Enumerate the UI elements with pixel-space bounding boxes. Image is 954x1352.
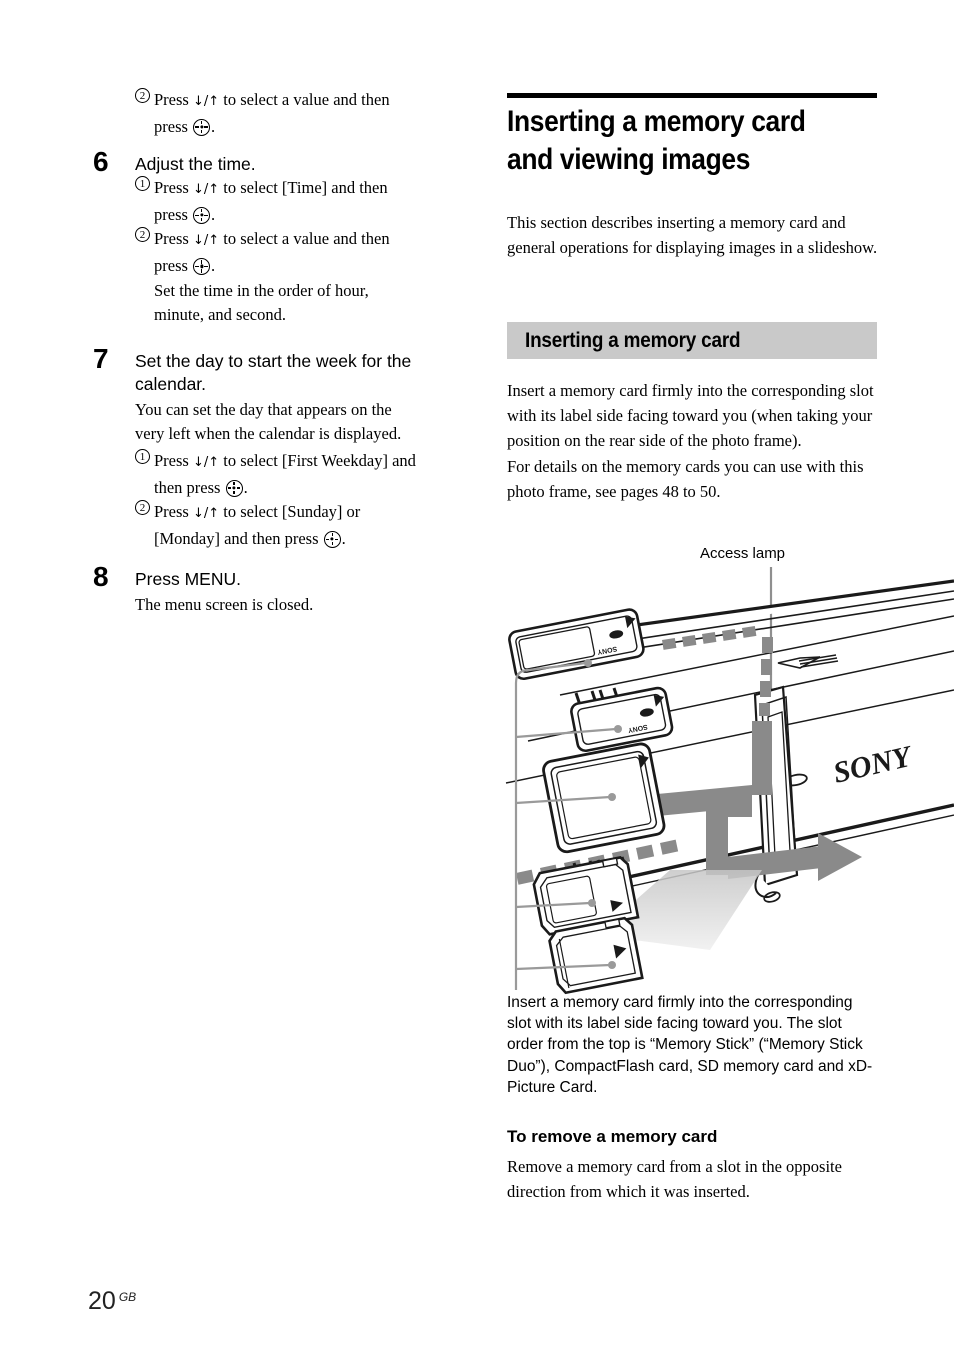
trailing-line-2: minute, and second. (154, 305, 286, 325)
section-heading-text: Inserting a memory card (525, 329, 741, 352)
step-number: 6 (93, 146, 109, 178)
leader-bracket (514, 668, 530, 990)
step-7: 7 Set the day to start the week for the … (88, 344, 480, 552)
list-item-text-cont: press . (154, 203, 480, 228)
list-item: 2 Press ↓/↑ to select [Sunday] or [Monda… (135, 500, 480, 551)
step-title: Adjust the time. (135, 154, 256, 175)
step-trailing-text: Set the time in the order of hour, minut… (135, 279, 480, 328)
sub-heading-body: Remove a memory card from a slot in the … (507, 1157, 842, 1201)
step-sub-items: 1 Press ↓/↑ to select [Time] and then pr… (135, 176, 480, 328)
text-fragment: press (154, 116, 193, 136)
step-number: 8 (93, 561, 109, 593)
enter-button-icon (225, 479, 243, 497)
list-item-text-cont: press . (154, 254, 480, 279)
text-fragment: Press (154, 178, 193, 198)
down-up-arrows-icon: ↓/↑ (192, 506, 220, 522)
section-body: Insert a memory card firmly into the cor… (507, 378, 887, 504)
step-body-line-1: You can set the day that appears on the (135, 399, 392, 419)
list-item-text-cont: [Monday] and then press . (154, 527, 480, 552)
circled-number-1: 1 (135, 448, 150, 464)
text-fragment: to select [Time] and then (219, 178, 388, 198)
step-body: The menu screen is closed. (135, 595, 314, 615)
page-title: Inserting a memory card and viewing imag… (507, 103, 841, 179)
list-item: 2 Press ↓/↑ to select a value and then p… (135, 227, 480, 278)
section-paragraph-2: For details on the memory cards you can … (507, 456, 864, 501)
text-fragment: to select a value and then (219, 229, 390, 249)
sony-brand-mark: SONY (830, 739, 916, 789)
text-fragment: Press (154, 502, 193, 522)
list-item: 1 Press ↓/↑ to select [Time] and then pr… (135, 176, 480, 227)
list-item-text: Press ↓/↑ to select a value and then (154, 90, 390, 109)
figure-artwork: SONY SONY SONY (505, 567, 954, 995)
enter-button-icon (193, 118, 211, 136)
text-fragment: press (154, 204, 193, 224)
card-memory-stick-duo: SONY (570, 686, 674, 753)
instruction-steps: 2 Press ↓/↑ to select a value and then p… (88, 88, 480, 618)
down-up-arrows-icon: ↓/↑ (192, 94, 220, 109)
circled-number-2: 2 (135, 88, 150, 103)
access-lamp-callout-label: Access lamp (700, 545, 786, 562)
list-item: 1 Press ↓/↑ to select [First Weekday] an… (135, 448, 480, 501)
frame-vent-slit (777, 654, 839, 669)
chapter-intro: This section describes inserting a memor… (507, 213, 878, 257)
text-fragment: to select a value and then (219, 90, 390, 109)
step-sub-items: 1 Press ↓/↑ to select [First Weekday] an… (135, 448, 480, 551)
text-fragment: . (211, 204, 216, 224)
figure-caption: Insert a memory card firmly into the cor… (507, 994, 873, 1096)
page-folio: 20 GB (88, 1283, 136, 1315)
text-fragment: . (211, 255, 216, 275)
text-fragment: to select [Sunday] or (219, 502, 361, 522)
lead-sub-item: 2 Press ↓/↑ to select a value and then p… (88, 88, 480, 139)
list-item-text: Press ↓/↑ to select a value and then (154, 229, 390, 248)
text-fragment: Press (154, 229, 193, 249)
text-fragment: then press (154, 477, 225, 497)
step-6: 6 Adjust the time. 1 Press ↓/↑ to select… (88, 148, 480, 328)
list-item-text: Press ↓/↑ to select [Time] and then (154, 178, 388, 197)
list-item: 2 Press ↓/↑ to select a value and then p… (88, 88, 480, 139)
text-fragment: [Monday] and then press (154, 528, 323, 548)
step-title: Set the day to start the week for the ca… (135, 350, 412, 394)
enter-button-icon (193, 257, 211, 275)
text-fragment: to select [First Weekday] and (219, 450, 416, 470)
section-paragraph-1: Insert a memory card firmly into the cor… (507, 381, 874, 451)
circled-number-2: 2 (135, 500, 150, 516)
text-fragment: . (243, 477, 248, 497)
circled-number-2: 2 (135, 227, 150, 243)
chapter-rule (507, 93, 877, 98)
list-item-text: Press ↓/↑ to select [First Weekday] and (154, 451, 416, 470)
arrow-bend-upper (752, 721, 772, 795)
folio-suffix: GB (118, 1290, 137, 1304)
step-title: Press MENU. (135, 569, 241, 590)
page-title-line-1: Inserting a memory card (507, 105, 806, 138)
text-fragment: Press (154, 450, 193, 470)
trailing-line-1: Set the time in the order of hour, (154, 280, 369, 300)
step-body-line-2: very left when the calendar is displayed… (135, 424, 402, 444)
text-fragment: press (154, 255, 193, 275)
down-up-arrows-icon: ↓/↑ (192, 454, 220, 470)
text-fragment: . (211, 116, 216, 136)
folio-number: 20 (88, 1287, 116, 1315)
page-title-line-2: and viewing images (507, 143, 751, 176)
text-fragment: Press (154, 90, 193, 109)
list-item-text: Press ↓/↑ to select [Sunday] or (154, 502, 360, 521)
enter-button-icon (193, 206, 211, 224)
manual-page: 2 Press ↓/↑ to select a value and then p… (0, 0, 954, 1352)
step-number: 7 (93, 342, 109, 374)
step-8: 8 Press MENU. The menu screen is closed. (88, 563, 480, 618)
step-body: You can set the day that appears on the … (135, 398, 480, 447)
down-up-arrows-icon: ↓/↑ (192, 182, 220, 198)
list-item-text-cont: press . (154, 115, 480, 140)
text-fragment: . (341, 528, 346, 548)
down-up-arrows-icon: ↓/↑ (192, 233, 220, 249)
list-item-text-cont: then press . (154, 476, 480, 501)
enter-button-icon (323, 530, 341, 548)
sub-heading: To remove a memory card (507, 1127, 718, 1146)
memory-card-insertion-figure: Access lamp SONY SONY SONY (500, 545, 954, 995)
section-heading-band: Inserting a memory card (507, 322, 877, 359)
circled-number-1: 1 (135, 176, 150, 192)
